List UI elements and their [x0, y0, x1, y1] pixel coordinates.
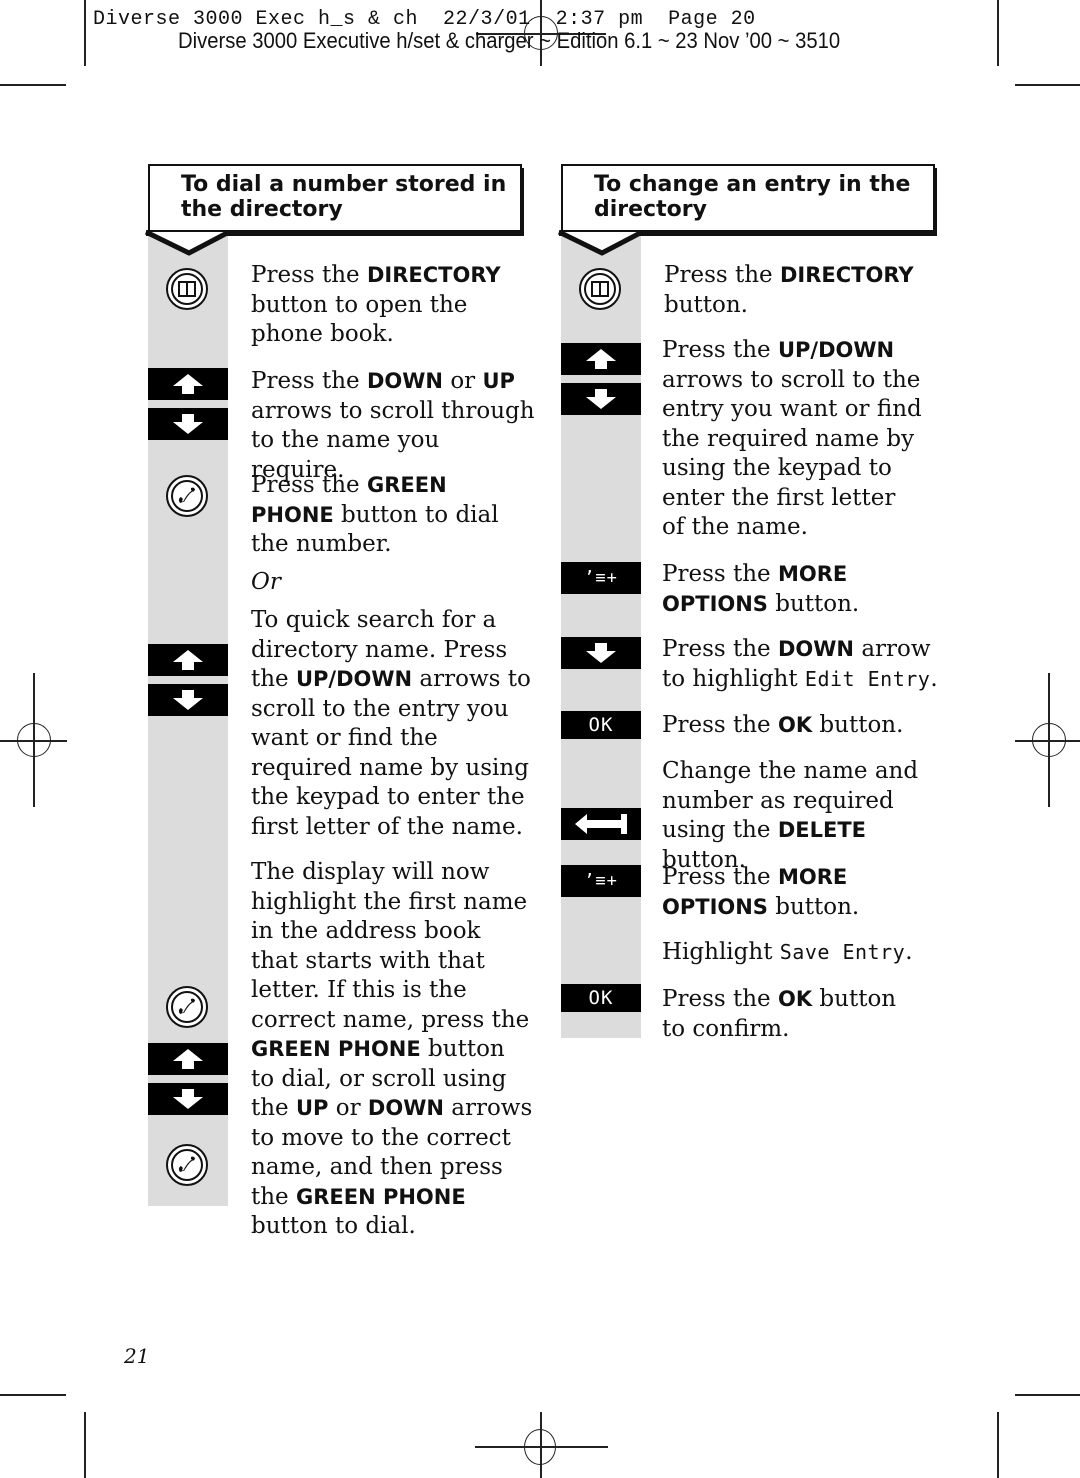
up-arrow-icon [173, 1049, 203, 1069]
down-arrow-icon [173, 414, 203, 434]
down-arrow-icon [173, 1089, 203, 1109]
down-key [148, 684, 228, 716]
delete-icon [575, 814, 627, 834]
up-key [148, 368, 228, 400]
down-arrow-icon [586, 389, 616, 409]
edition-slug: Diverse 3000 Executive h/set & charger ~… [178, 28, 841, 53]
instruction-step: Press the GREEN PHONE button to dial the… [251, 472, 499, 557]
down-key [561, 637, 641, 669]
crop-mark [0, 1394, 66, 1396]
up-arrow-icon [173, 650, 203, 670]
header-pointer [557, 229, 644, 256]
instruction-step: Press the DOWN or UP arrows to scroll th… [251, 368, 535, 483]
directory-icon [591, 281, 609, 297]
section-title-line: directory [594, 197, 707, 222]
green-phone-button [166, 1144, 208, 1186]
lcd-text: Save Entry [779, 940, 906, 964]
ok-key-label: OK [588, 987, 614, 1009]
lcd-text: Edit Entry [804, 666, 931, 691]
more-options-icon: ’≡+ [584, 568, 618, 588]
section-title-line: To dial a number stored in [181, 172, 507, 197]
phone-icon [178, 487, 195, 503]
instruction-step: Press the DIRECTORY button. [664, 262, 914, 318]
instruction-step: Press the OK button. [662, 712, 904, 738]
registration-mark [17, 723, 51, 757]
crop-mark [0, 84, 66, 86]
crop-mark [997, 0, 999, 66]
green-phone-button [166, 986, 208, 1028]
instruction-step: The display will now highlight the first… [251, 859, 533, 1239]
down-key [561, 383, 641, 415]
or-separator: Or [251, 569, 281, 595]
instruction-step: Press the OK button to confirm. [662, 986, 897, 1042]
section-header: To dial a number stored in the directory [148, 164, 522, 232]
crop-mark [84, 1412, 86, 1478]
more-options-key: ’≡+ [561, 562, 641, 594]
instruction-step: Press the UP/DOWN arrows to scroll to th… [662, 337, 922, 540]
instruction-step: Press the MORE OPTIONS button. [662, 864, 860, 920]
section-header: To change an entry in the directory [561, 164, 935, 232]
directory-icon [178, 281, 196, 297]
down-key [148, 408, 228, 440]
phone-icon [178, 998, 195, 1014]
page-number: 21 [124, 1344, 150, 1368]
section-title-line: the directory [181, 197, 343, 222]
directory-button [166, 268, 208, 310]
down-key [148, 1083, 228, 1115]
down-arrow-icon [173, 690, 203, 710]
crop-mark [1015, 1394, 1080, 1396]
ok-key: OK [561, 711, 641, 739]
section-title-line: To change an entry in the [594, 172, 911, 197]
instruction-step: Press the MORE OPTIONS button. [662, 561, 860, 617]
directory-button [579, 268, 621, 310]
ok-key-label: OK [588, 714, 614, 736]
instruction-step: Highlight Save Entry. [662, 939, 913, 965]
instruction-step: Press the DOWN arrow to highlight Edit E… [662, 636, 938, 692]
up-key [561, 343, 641, 375]
header-pointer [144, 229, 231, 256]
crop-mark [997, 1412, 999, 1478]
more-options-icon: ’≡+ [584, 871, 618, 891]
down-arrow-icon [586, 643, 616, 663]
up-key [148, 1043, 228, 1075]
instruction-step: To quick search for a directory name. Pr… [251, 607, 531, 840]
crop-mark [84, 0, 86, 66]
ok-key: OK [561, 984, 641, 1012]
phone-icon [178, 1156, 195, 1172]
delete-key [561, 808, 641, 840]
instruction-step: Press the DIRECTORY button to open the p… [251, 262, 501, 347]
instruction-step: Change the name and number as required u… [662, 758, 919, 873]
up-arrow-icon [586, 349, 616, 369]
crop-mark [1015, 84, 1080, 86]
more-options-key: ’≡+ [561, 865, 641, 897]
green-phone-button [166, 475, 208, 517]
registration-mark [1032, 723, 1066, 757]
up-key [148, 644, 228, 676]
up-arrow-icon [173, 374, 203, 394]
registration-mark [524, 1429, 556, 1465]
